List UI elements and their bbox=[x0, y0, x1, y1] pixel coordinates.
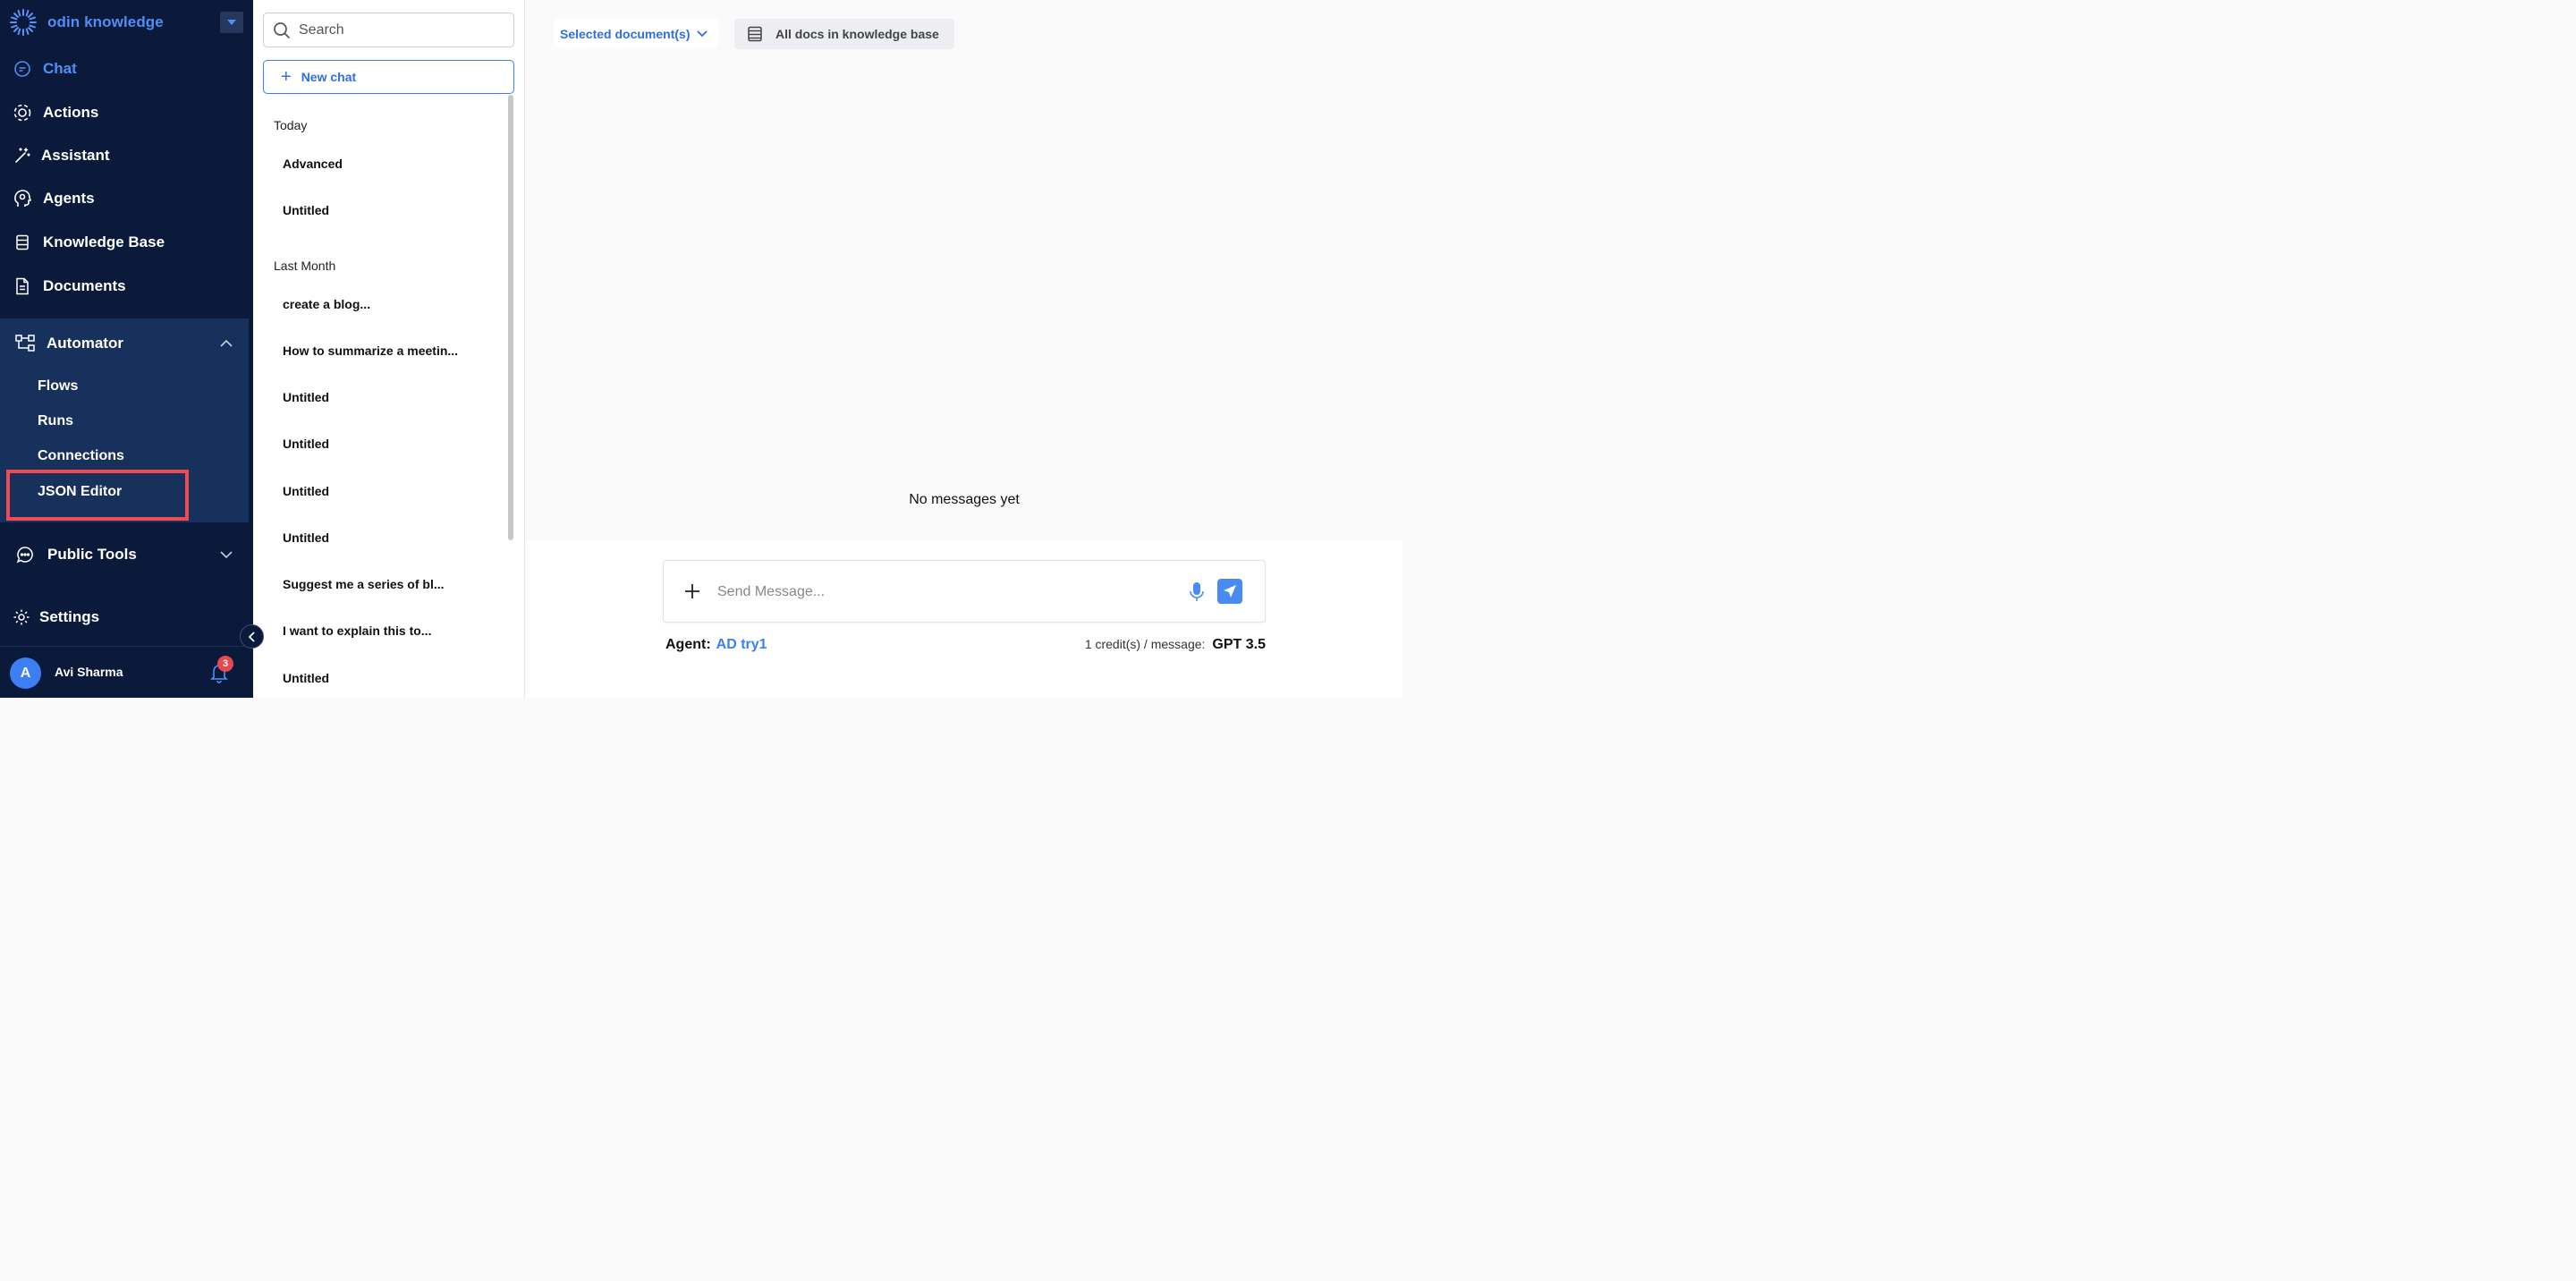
microphone-icon[interactable] bbox=[1189, 581, 1205, 603]
nav-actions-label: Actions bbox=[43, 104, 99, 121]
empty-state-text: No messages yet bbox=[909, 492, 1020, 507]
nav-assistant-label: Assistant bbox=[41, 147, 110, 164]
chat-list-item[interactable]: Untitled bbox=[283, 437, 329, 451]
agent-label: Agent: bbox=[665, 637, 711, 652]
avatar[interactable]: A bbox=[10, 657, 41, 689]
agent-name-link[interactable]: AD try1 bbox=[716, 637, 767, 652]
user-name[interactable]: Avi Sharma bbox=[55, 665, 123, 679]
chevron-down-icon bbox=[697, 30, 708, 37]
credits-info: 1 credit(s) / message: GPT 3.5 bbox=[1085, 637, 1266, 653]
automator-item-runs[interactable]: Runs bbox=[38, 408, 73, 435]
nav-agents[interactable]: Agents bbox=[0, 181, 253, 216]
nav-automator[interactable]: Automator bbox=[0, 326, 253, 361]
group-label-last-month: Last Month bbox=[274, 259, 336, 273]
actions-icon bbox=[13, 103, 32, 123]
gear-icon bbox=[12, 607, 31, 627]
chat-list-scrollbar[interactable] bbox=[508, 95, 513, 540]
group-label-today: Today bbox=[274, 118, 308, 132]
nav-knowledge-base[interactable]: Knowledge Base bbox=[0, 225, 253, 260]
chat-dots-icon bbox=[15, 545, 35, 564]
database-icon bbox=[748, 26, 762, 42]
selected-documents-label: Selected document(s) bbox=[560, 26, 691, 41]
nav-settings[interactable]: Settings bbox=[0, 599, 253, 635]
database-icon bbox=[13, 233, 32, 252]
credits-label: 1 credit(s) / message: bbox=[1084, 637, 1206, 651]
chat-list-item[interactable]: Suggest me a series of bl... bbox=[283, 577, 445, 591]
nav-documents-label: Documents bbox=[43, 277, 126, 294]
workspace-dropdown-button[interactable] bbox=[220, 12, 243, 33]
new-chat-label: New chat bbox=[301, 70, 357, 84]
selected-documents-dropdown[interactable]: Selected document(s) bbox=[554, 19, 718, 48]
nav-assistant[interactable]: Assistant bbox=[0, 138, 253, 174]
nav-knowledge-base-label: Knowledge Base bbox=[43, 233, 165, 250]
send-button[interactable] bbox=[1217, 579, 1242, 604]
chat-bubble-icon bbox=[13, 59, 32, 79]
agent-head-icon bbox=[13, 189, 32, 208]
add-attachment-icon[interactable] bbox=[682, 581, 703, 602]
new-chat-button[interactable]: + New chat bbox=[263, 60, 514, 94]
odin-logo-icon bbox=[10, 9, 37, 36]
send-icon bbox=[1224, 585, 1236, 598]
nav-public-tools[interactable]: Public Tools bbox=[0, 537, 253, 573]
all-docs-label: All docs in knowledge base bbox=[775, 27, 939, 41]
chat-list-item[interactable]: Untitled bbox=[283, 390, 329, 404]
chat-list-item[interactable]: Untitled bbox=[283, 671, 329, 685]
plus-icon: + bbox=[281, 67, 292, 87]
chat-list-item[interactable]: create a blog... bbox=[283, 297, 370, 311]
nav-chat-label: Chat bbox=[43, 60, 77, 77]
user-bar: A Avi Sharma 3 bbox=[0, 646, 253, 698]
json-editor-highlight bbox=[6, 470, 189, 521]
chevron-down-icon bbox=[220, 551, 233, 559]
chevron-up-icon bbox=[220, 339, 233, 347]
brand-name: odin knowledge bbox=[47, 13, 164, 30]
nav-actions[interactable]: Actions bbox=[0, 95, 253, 131]
chat-list-item[interactable]: I want to explain this to... bbox=[283, 624, 431, 638]
chat-main-area: Selected document(s) All docs in knowled… bbox=[526, 0, 1402, 698]
message-composer bbox=[663, 560, 1266, 623]
nav-chat[interactable]: Chat bbox=[0, 51, 253, 87]
search-input[interactable] bbox=[299, 21, 496, 38]
document-icon bbox=[13, 276, 32, 296]
search-box bbox=[263, 13, 514, 47]
model-selector[interactable]: GPT 3.5 bbox=[1212, 637, 1266, 653]
chat-list-item[interactable]: Untitled bbox=[283, 203, 329, 217]
magic-wand-icon bbox=[13, 146, 32, 165]
chat-history-panel: + New chat Today Advanced Untitled Last … bbox=[253, 0, 525, 698]
chat-list-item[interactable]: How to summarize a meetin... bbox=[283, 344, 458, 358]
chat-list-item[interactable]: Advanced bbox=[283, 157, 343, 171]
agent-info: Agent: AD try1 bbox=[665, 637, 767, 653]
automator-item-connections[interactable]: Connections bbox=[38, 443, 124, 470]
sidebar: odin knowledge Chat Actions Assistant Ag… bbox=[0, 0, 253, 698]
nav-public-tools-label: Public Tools bbox=[47, 546, 137, 563]
nav-settings-label: Settings bbox=[39, 608, 100, 625]
chevron-left-icon bbox=[248, 631, 255, 642]
message-input[interactable] bbox=[717, 581, 1165, 604]
brand: odin knowledge bbox=[9, 7, 243, 38]
automator-item-flows[interactable]: Flows bbox=[38, 373, 78, 400]
nav-automator-label: Automator bbox=[47, 335, 123, 352]
caret-down-icon bbox=[227, 20, 236, 25]
flow-nodes-icon bbox=[15, 334, 35, 353]
all-docs-button[interactable]: All docs in knowledge base bbox=[734, 19, 954, 49]
search-icon bbox=[274, 21, 291, 38]
nav-documents[interactable]: Documents bbox=[0, 268, 253, 304]
chat-list-item[interactable]: Untitled bbox=[283, 530, 329, 545]
collapse-sidebar-button[interactable] bbox=[240, 624, 264, 649]
chat-list-item[interactable]: Untitled bbox=[283, 484, 329, 498]
notification-badge: 3 bbox=[217, 656, 233, 672]
nav-agents-label: Agents bbox=[43, 190, 95, 207]
